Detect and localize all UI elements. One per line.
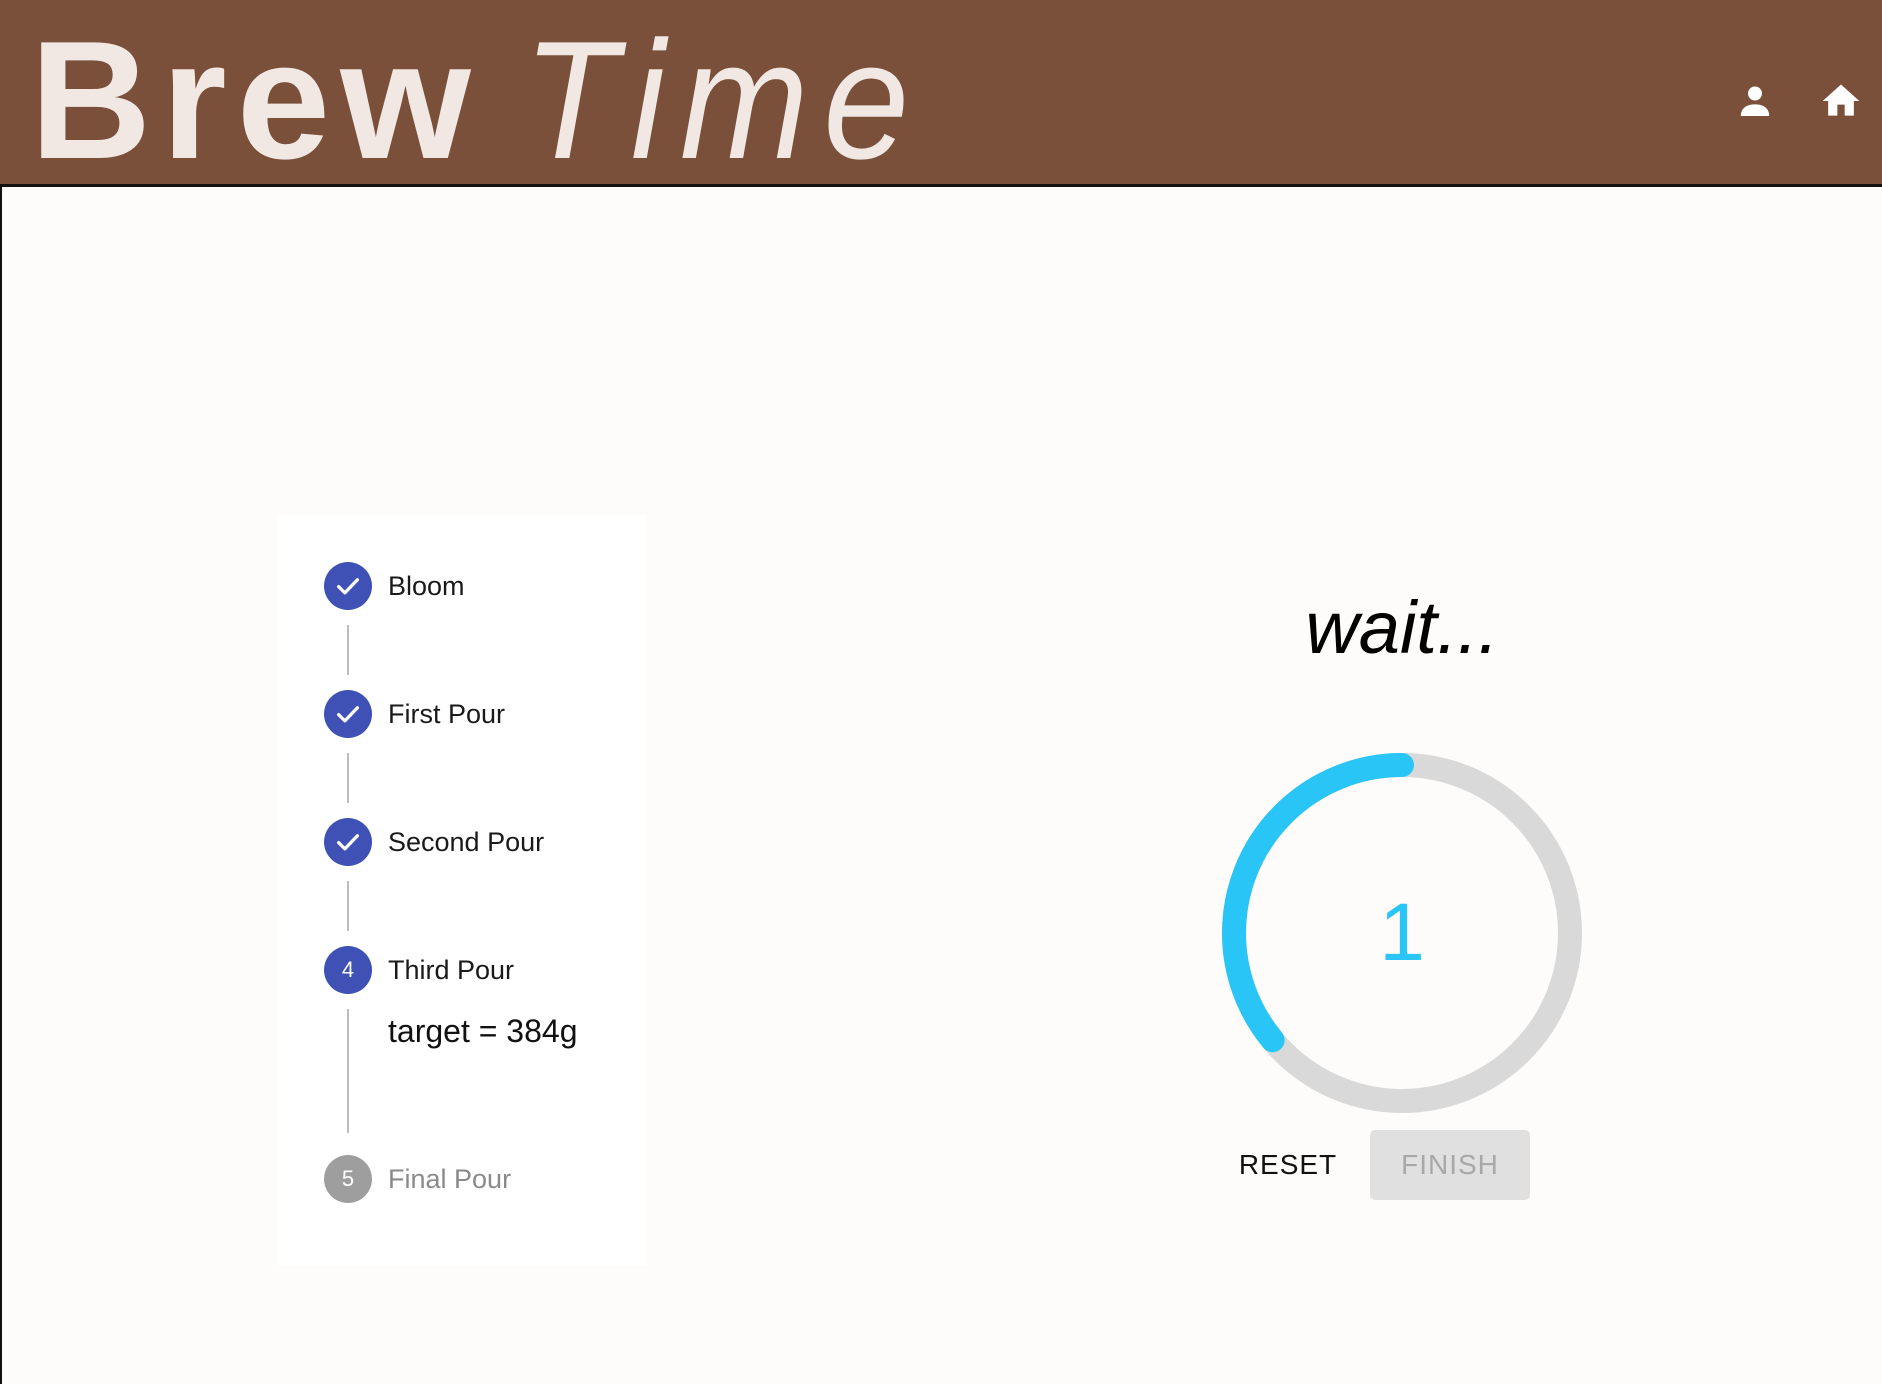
app-title-light: Time — [522, 6, 924, 194]
countdown-timer: 1 — [1222, 753, 1582, 1113]
step-third-pour[interactable]: 4 Third Pour — [324, 946, 514, 994]
step-completed-indicator — [324, 818, 372, 866]
home-button[interactable] — [1813, 73, 1869, 129]
step-connector — [347, 1009, 349, 1133]
status-text: wait... — [1305, 586, 1499, 669]
step-label: Final Pour — [388, 1163, 512, 1194]
step-label: First Pour — [388, 698, 506, 729]
step-number-indicator: 4 — [324, 946, 372, 994]
reset-button[interactable]: RESET — [1223, 1130, 1353, 1200]
step-bloom[interactable]: Bloom — [324, 562, 465, 610]
step-number-indicator: 5 — [324, 1155, 372, 1203]
app-bar: Brew Time — [0, 0, 1882, 190]
app-title-bold: Brew — [30, 6, 481, 194]
step-first-pour[interactable]: First Pour — [324, 690, 505, 738]
step-connector — [347, 881, 349, 931]
check-icon — [337, 578, 359, 595]
step-connector — [347, 625, 349, 675]
step-completed-indicator — [324, 562, 372, 610]
check-icon — [337, 834, 359, 851]
check-icon — [337, 706, 359, 723]
step-connector — [347, 753, 349, 803]
step-label: Second Pour — [388, 826, 545, 857]
step-label: Third Pour — [388, 954, 515, 985]
page-border — [0, 187, 2, 1384]
step-target-text: target = 384g — [388, 1013, 578, 1049]
step-completed-indicator — [324, 690, 372, 738]
app-title: Brew Time — [30, 10, 959, 190]
person-icon — [1740, 86, 1770, 116]
step-second-pour[interactable]: Second Pour — [324, 818, 544, 866]
step-final-pour[interactable]: 5 Final Pour — [324, 1155, 511, 1203]
brew-stepper: Bloom First Pour Second Pour 4 Third Pou… — [277, 515, 646, 1265]
finish-button[interactable]: FINISH — [1370, 1130, 1530, 1200]
timer-value: 1 — [1379, 887, 1425, 978]
step-label: Bloom — [388, 570, 465, 601]
home-icon — [1822, 84, 1860, 116]
account-button[interactable] — [1727, 73, 1783, 129]
